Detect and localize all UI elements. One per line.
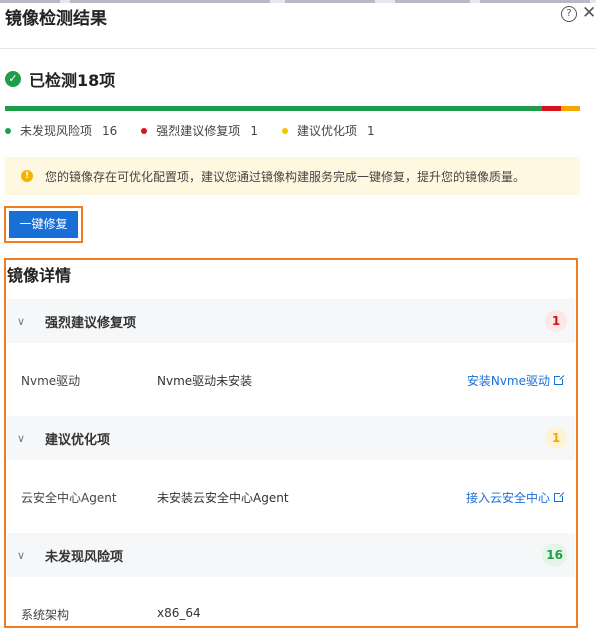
item-name: Nvme驱动 xyxy=(21,374,81,388)
section-title: 强烈建议修复项 xyxy=(45,315,137,331)
count-badge: 1 xyxy=(545,427,567,449)
connect-security-center-link[interactable]: 接入云安全中心 xyxy=(465,489,565,506)
header-divider xyxy=(0,48,596,49)
legend-item-suggest: 建议优化项 1 xyxy=(281,122,375,139)
details-title: 镜像详情 xyxy=(7,266,72,285)
status-text: 已检测18项 xyxy=(29,71,116,90)
count-badge: 16 xyxy=(542,544,567,566)
legend-count: 16 xyxy=(102,123,118,138)
item-status: 未安装云安全中心Agent xyxy=(157,491,289,505)
close-icon[interactable]: ✕ xyxy=(582,3,596,23)
chevron-down-icon: ∨ xyxy=(17,314,26,328)
detail-row: 云安全中心Agent 未安装云安全中心Agent 接入云安全中心 xyxy=(7,473,575,521)
legend-dot xyxy=(141,127,148,134)
status-summary: ✓ 已检测18项 xyxy=(5,67,115,91)
item-name: 云安全中心Agent xyxy=(21,491,117,505)
count-badge: 1 xyxy=(545,310,567,332)
chevron-down-icon: ∨ xyxy=(17,548,26,562)
result-legend: 未发现风险项 16 强烈建议修复项 1 建议优化项 1 xyxy=(5,122,399,139)
legend-label: 建议优化项 xyxy=(296,124,357,138)
legend-label: 强烈建议修复项 xyxy=(156,124,241,138)
legend-dot xyxy=(281,127,288,134)
warning-icon: ! xyxy=(21,170,33,182)
link-label: 接入云安全中心 xyxy=(465,491,550,505)
top-edge-strip xyxy=(0,0,596,3)
result-progress-bar xyxy=(5,106,580,111)
legend-count: 1 xyxy=(250,123,258,138)
section-header-pass[interactable]: ∨ 未发现风险项 16 xyxy=(7,533,575,577)
section-header-strong[interactable]: ∨ 强烈建议修复项 1 xyxy=(7,299,575,343)
chevron-down-icon: ∨ xyxy=(17,431,26,445)
progress-segment-pass xyxy=(5,106,542,111)
legend-dot xyxy=(5,127,11,134)
alert-text: 您的镜像存在可优化配置项，建议您通过镜像构建服务完成一键修复，提升您的镜像质量。 xyxy=(45,169,526,184)
item-status: Nvme驱动未安装 xyxy=(157,374,253,388)
external-link-icon xyxy=(554,374,565,385)
question-circle-icon[interactable]: ? xyxy=(561,6,577,22)
legend-label: 未发现风险项 xyxy=(20,124,93,138)
progress-segment-suggest xyxy=(561,106,580,111)
detail-row: Nvme驱动 Nvme驱动未安装 安装Nvme驱动 xyxy=(7,356,575,404)
item-status: x86_64 xyxy=(157,606,201,620)
legend-item-strong: 强烈建议修复项 1 xyxy=(141,122,258,139)
external-link-icon xyxy=(554,491,565,502)
item-name: 系统架构 xyxy=(21,608,70,622)
dialog-title: 镜像检测结果 xyxy=(5,9,107,29)
one-click-fix-button[interactable]: 一键修复 xyxy=(9,211,78,238)
install-nvme-link[interactable]: 安装Nvme驱动 xyxy=(466,372,565,389)
check-circle-icon: ✓ xyxy=(5,71,21,87)
optimization-alert: ! 您的镜像存在可优化配置项，建议您通过镜像构建服务完成一键修复，提升您的镜像质… xyxy=(5,157,580,195)
progress-segment-strong xyxy=(542,106,561,111)
legend-count: 1 xyxy=(366,123,375,138)
legend-item-pass: 未发现风险项 16 xyxy=(5,122,117,139)
link-label: 安装Nvme驱动 xyxy=(466,374,550,388)
section-header-suggest[interactable]: ∨ 建议优化项 1 xyxy=(7,416,575,460)
section-title: 未发现风险项 xyxy=(45,549,124,565)
section-title: 建议优化项 xyxy=(45,432,111,448)
fix-button-highlight: 一键修复 xyxy=(4,206,83,243)
